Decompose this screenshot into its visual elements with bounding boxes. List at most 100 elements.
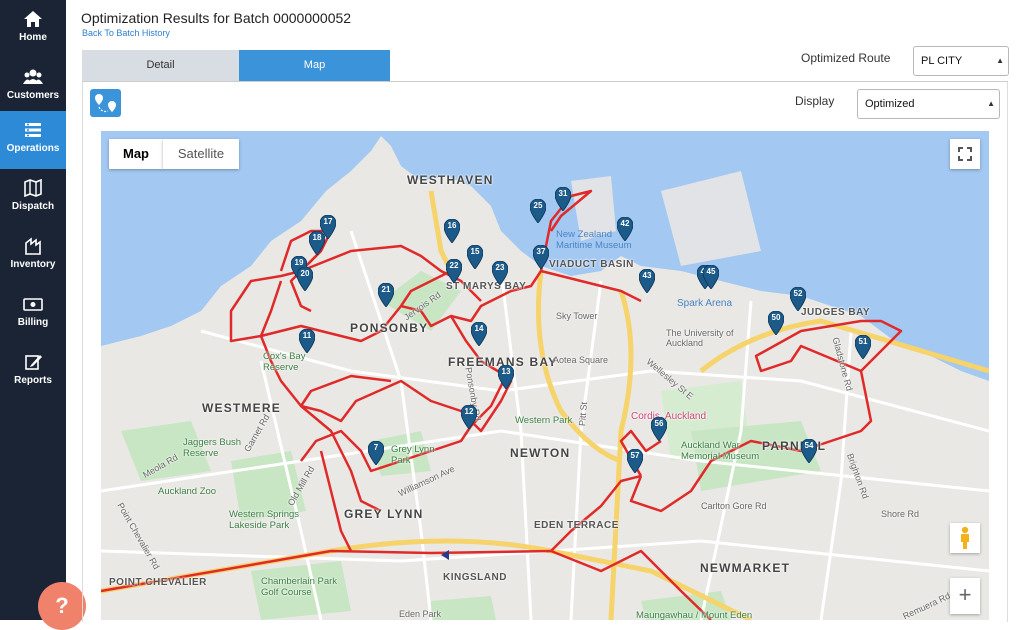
map-marker[interactable]: 42 [617,217,633,241]
sidebar-item-billing[interactable]: Billing [0,285,66,343]
place-mt-eden: Maungawhau / Mount Eden [636,610,753,620]
street-view-pegman-button[interactable] [950,523,980,553]
map-type-map-button[interactable]: Map [109,139,163,169]
optimized-route-value: PL CITY [921,55,963,67]
map-marker[interactable]: 25 [530,199,546,223]
place-sky-tower: Sky Tower [556,311,598,321]
display-select[interactable]: Optimized ▲ [857,89,1000,119]
sidebar-item-customers[interactable]: Customers [0,58,66,116]
sidebar-item-label: Dispatch [11,201,55,212]
map-type-satellite-button[interactable]: Satellite [163,139,239,169]
map-marker[interactable]: 50 [768,311,784,335]
optimized-route-select[interactable]: PL CITY ▲ [913,46,1009,76]
inventory-icon [25,237,41,255]
zoom-in-button[interactable]: + [950,578,980,614]
map-marker[interactable]: 11 [299,329,315,353]
place-westmere: WESTMERE [202,401,281,415]
map-marker-label: 11 [302,331,312,340]
fullscreen-icon [958,147,972,161]
sidebar-item-label: Operations [6,143,60,154]
sidebar-item-label: Billing [17,317,49,328]
place-grey-lynn-park: Grey Lynn Park [391,444,435,466]
place-spark-arena: Spark Arena [677,298,733,309]
map-marker[interactable]: 22 [446,259,462,283]
sidebar: Home Customers Operations Dispatch Inven… [0,0,66,620]
route-map[interactable]: WESTHAVEN PONSONBY FREEMANS BAY NEWTON G… [101,131,989,620]
map-marker-label: 25 [533,201,543,210]
sidebar-item-home[interactable]: Home [0,0,66,58]
map-marker-label: 19 [294,258,304,267]
map-marker[interactable]: 16 [444,219,460,243]
route-map-button[interactable] [90,89,121,117]
place-western-springs: Western Springs Lakeside Park [229,509,300,531]
map-marker[interactable]: 31 [555,187,571,211]
map-marker-label: 50 [771,313,781,322]
place-kingsland: KINGSLAND [443,572,507,583]
place-point-chevalier: POINT CHEVALIER [109,577,207,588]
sidebar-item-label: Reports [14,375,52,386]
map-book-icon [24,179,42,197]
tab-divider [82,81,1008,82]
route-pin-icon [95,94,116,113]
place-war-memorial-museum: Auckland War Memorial Museum [681,440,760,462]
map-marker[interactable]: 37 [533,245,549,269]
map-marker[interactable]: 12 [461,405,477,429]
place-grey-lynn: GREY LYNN [344,507,424,521]
map-marker-label: 57 [630,451,640,460]
pegman-icon [961,526,969,549]
back-to-batch-history-link[interactable]: Back To Batch History [82,28,170,38]
sidebar-item-reports[interactable]: Reports [0,343,66,401]
place-viaduct-basin: VIADUCT BASIN [549,259,634,270]
place-newton: NEWTON [510,446,571,460]
place-western-park: Western Park [515,415,573,426]
optimized-route-label: Optimized Route [801,51,891,65]
place-eden-terrace: EDEN TERRACE [534,520,619,531]
map-marker-label: 21 [381,285,391,294]
map-marker[interactable]: 52 [790,287,806,311]
map-marker-label: 13 [501,367,511,376]
display-label: Display [795,94,835,108]
map-marker[interactable]: 18 [309,231,325,255]
map-marker-label: 37 [536,247,546,256]
sidebar-item-label: Customers [6,90,60,101]
street-carlton-gore: Carlton Gore Rd [701,501,767,511]
map-marker-label: 7 [373,443,379,452]
map-marker[interactable]: 23 [492,261,508,285]
place-newmarket: NEWMARKET [700,561,791,575]
sidebar-item-dispatch[interactable]: Dispatch [0,169,66,227]
sidebar-item-inventory[interactable]: Inventory [0,227,66,285]
map-marker[interactable]: 7 [368,441,384,465]
fullscreen-button[interactable] [950,139,980,169]
map-marker[interactable]: 13 [498,365,514,389]
page-title: Optimization Results for Batch 000000005… [81,10,352,26]
map-marker-label: 20 [300,269,310,278]
map-marker-label: 14 [474,324,484,333]
place-judges-bay: JUDGES BAY [801,307,871,318]
tab-map[interactable]: Map [239,50,390,81]
place-aotea-square: Aotea Square [553,355,609,365]
sidebar-item-label: Home [19,32,47,43]
map-marker[interactable]: 20 [297,267,313,291]
sidebar-item-label: Inventory [10,259,56,270]
map-marker[interactable]: 56 [651,417,667,441]
map-marker-label: 45 [706,267,716,276]
place-cordis: Cordis, Auckland [631,411,707,422]
map-marker[interactable]: 43 [639,269,655,293]
map-marker[interactable]: 21 [378,283,394,307]
place-chamberlain-park: Chamberlain Park Golf Course [261,576,338,598]
map-marker-label: 18 [312,233,322,242]
map-marker-label: 17 [323,217,333,226]
map-marker-label: 23 [495,263,505,272]
map-marker[interactable]: 15 [467,245,483,269]
map-marker[interactable]: 51 [855,335,871,359]
operations-icon [25,123,41,137]
map-marker[interactable]: 57 [627,449,643,473]
map-marker[interactable]: 14 [471,322,487,346]
map-marker[interactable]: 45 [703,265,719,289]
map-marker-label: 16 [447,221,457,230]
tab-detail[interactable]: Detail [82,50,239,81]
billing-icon [23,298,43,311]
map-marker[interactable]: 54 [801,439,817,463]
users-icon [23,69,43,84]
sidebar-item-operations[interactable]: Operations [0,111,66,169]
